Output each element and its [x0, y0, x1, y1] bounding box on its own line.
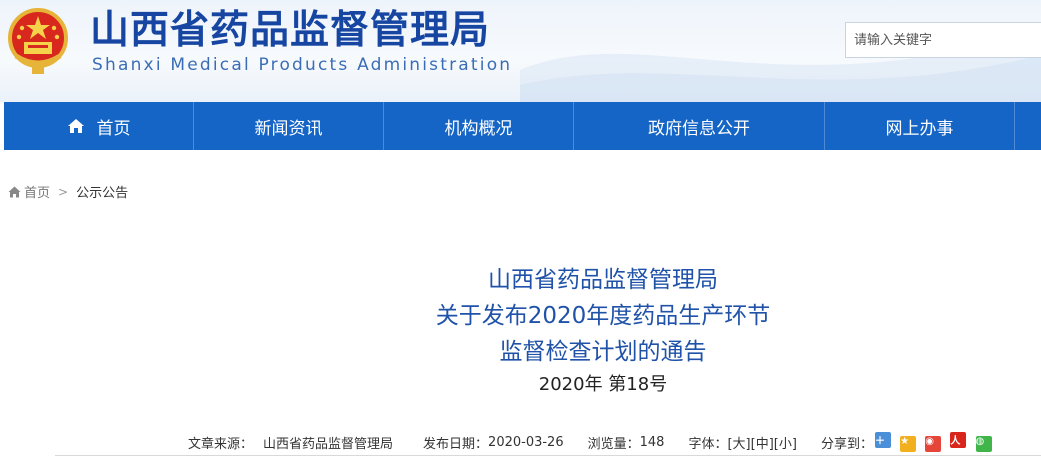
- breadcrumb-current[interactable]: 公示公告: [76, 182, 128, 201]
- font-small-button[interactable]: [小]: [774, 433, 797, 452]
- nav-item-label: 机构概况: [444, 118, 513, 139]
- font-size-label: 字体：: [688, 436, 728, 452]
- share-label: 分享到：: [820, 436, 873, 452]
- breadcrumb-separator: >: [58, 184, 69, 199]
- article-meta: 文章来源： 山西省药品监督管理局 发布日期： 2020-03-26 浏览量： 1…: [188, 432, 997, 452]
- share-qzone-icon[interactable]: ★: [900, 436, 917, 452]
- nav-item-label: 首页: [96, 118, 131, 139]
- share-more-icon[interactable]: ＋: [874, 432, 891, 448]
- search-input[interactable]: [846, 23, 1041, 57]
- font-large-button[interactable]: [大]: [727, 433, 750, 452]
- nav-item-overflow: [1015, 102, 1041, 150]
- nav-item-label: 新闻资讯: [254, 118, 323, 139]
- share-weibo-icon[interactable]: ◉: [925, 436, 942, 452]
- main-nav: 首页 新闻资讯 机构概况 政府信息公开 网上办事: [4, 102, 1041, 150]
- source-label: 文章来源：: [188, 436, 254, 452]
- nav-item-home[interactable]: 首页: [4, 102, 194, 150]
- views-label: 浏览量：: [587, 436, 640, 452]
- search-box: [845, 22, 1041, 58]
- site-header: 山西省药品监督管理局 Shanxi Medical Products Admin…: [0, 0, 1041, 102]
- share-people-icon[interactable]: 人: [950, 432, 967, 448]
- home-icon: [8, 186, 21, 197]
- source-value: 山西省药品监督管理局: [263, 436, 394, 452]
- share-icons: ＋ ★ ◉ 人 ◍: [874, 432, 997, 452]
- site-subtitle: Shanxi Medical Products Administration: [92, 55, 513, 75]
- home-icon: [67, 119, 84, 133]
- date-value: 2020-03-26: [488, 434, 564, 450]
- nav-item-label: 网上办事: [885, 118, 954, 139]
- site-title: 山西省药品监督管理局: [90, 8, 491, 53]
- national-emblem-icon: [8, 8, 68, 74]
- nav-item-about[interactable]: 机构概况: [384, 102, 574, 150]
- nav-item-label: 政府信息公开: [648, 118, 750, 139]
- article-title: 山西省药品监督管理局 关于发布2020年度药品生产环节 监督检查计划的通告: [303, 262, 903, 370]
- nav-item-gov-info[interactable]: 政府信息公开: [574, 102, 825, 150]
- article-number: 2020年 第18号: [538, 374, 668, 395]
- nav-item-online-service[interactable]: 网上办事: [825, 102, 1015, 150]
- article-title-line: 山西省药品监督管理局: [488, 267, 718, 293]
- views-value: 148: [639, 434, 665, 450]
- share-wechat-icon[interactable]: ◍: [975, 436, 992, 452]
- meta-divider: [55, 455, 1041, 456]
- font-medium-button[interactable]: [中]: [751, 433, 774, 452]
- breadcrumb: 首页 > 公示公告: [8, 182, 128, 201]
- date-label: 发布日期：: [423, 436, 489, 452]
- article-title-line: 关于发布2020年度药品生产环节: [435, 303, 771, 329]
- nav-item-news[interactable]: 新闻资讯: [194, 102, 384, 150]
- article-title-line: 监督检查计划的通告: [499, 339, 707, 365]
- breadcrumb-home-link[interactable]: 首页: [24, 182, 50, 201]
